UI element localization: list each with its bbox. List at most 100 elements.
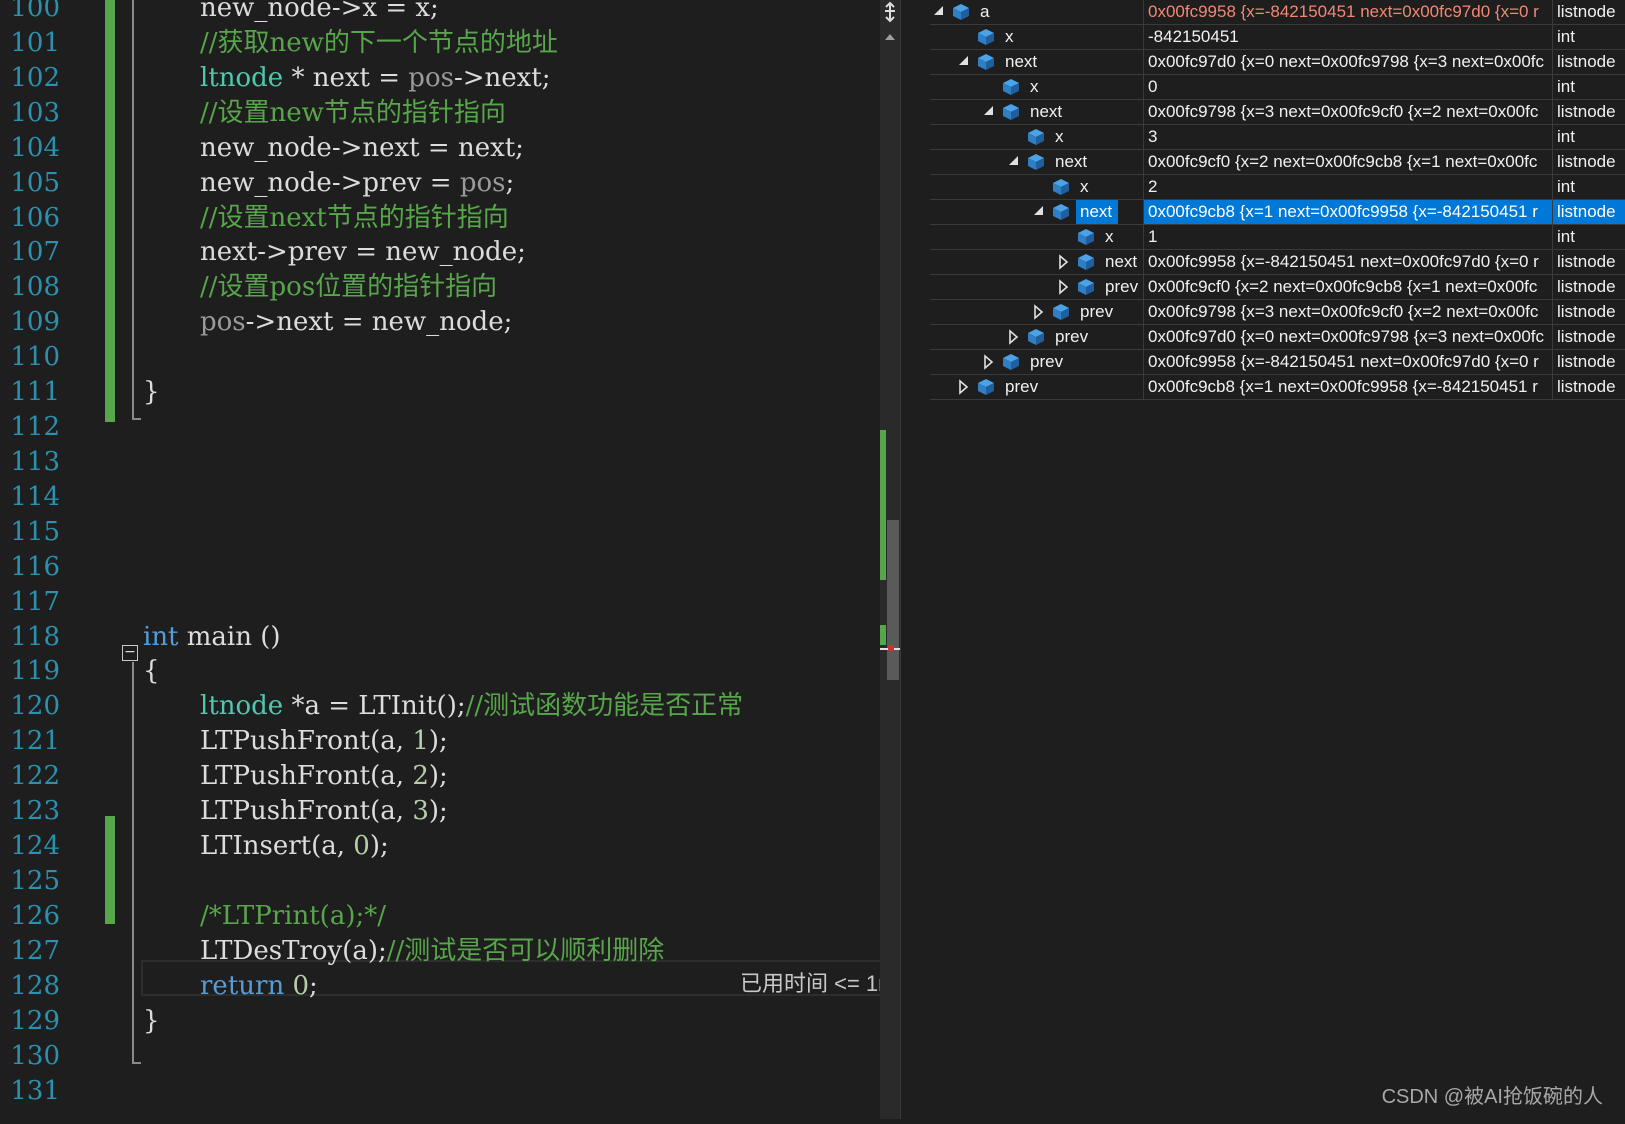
watch-row[interactable]: x 0 int	[930, 75, 1625, 100]
watch-name-cell: x	[930, 125, 1143, 149]
code-token: );	[428, 761, 448, 792]
line-number: 104	[10, 132, 60, 163]
expanded-arrow-icon[interactable]	[932, 0, 946, 24]
scrollbar-map	[880, 1, 900, 680]
editor-vertical-scrollbar[interactable]	[880, 0, 900, 1119]
code-token: LTPushFront(a,	[200, 796, 413, 827]
collapsed-arrow-icon[interactable]	[1032, 300, 1046, 324]
watch-variable-name: next	[1005, 52, 1038, 71]
watch-name-cell: next	[930, 150, 1143, 174]
expanded-arrow-icon[interactable]	[1032, 200, 1046, 224]
code-token: main ()	[178, 621, 281, 652]
watch-row[interactable]: prev 0x00fc9958 {x=-842150451 next=0x00fc…	[930, 350, 1625, 375]
watch-variable-name: prev	[1030, 352, 1064, 371]
code-token: 0	[353, 831, 370, 862]
code-line: LTPushFront(a, 1);	[200, 723, 448, 759]
code-line: LTPushFront(a, 3);	[200, 793, 448, 829]
object-icon	[1077, 278, 1095, 296]
watch-value-cell[interactable]: 0x00fc9958 {x=-842150451 next=0x00fc97d0…	[1143, 250, 1552, 274]
watch-value-cell[interactable]: 0x00fc97d0 {x=0 next=0x00fc9798 {x=3 nex…	[1143, 50, 1552, 74]
watch-variable-name: a	[980, 2, 990, 21]
code-token: //测试是否可以顺利删除	[386, 935, 665, 966]
watch-value-cell[interactable]: 0	[1143, 75, 1552, 99]
watch-row[interactable]: next 0x00fc97d0 {x=0 next=0x00fc9798 {x=3…	[930, 50, 1625, 75]
collapsed-arrow-icon[interactable]	[1057, 275, 1071, 299]
watch-value-cell[interactable]: 0x00fc9798 {x=3 next=0x00fc9cf0 {x=2 nex…	[1143, 100, 1552, 124]
watch-row[interactable]: next 0x00fc9958 {x=-842150451 next=0x00fc…	[930, 250, 1625, 275]
watch-value-cell[interactable]: 0x00fc9958 {x=-842150451 next=0x00fc97d0…	[1143, 350, 1552, 374]
watch-row[interactable]: prev 0x00fc97d0 {x=0 next=0x00fc9798 {x=3…	[930, 325, 1625, 350]
expanded-arrow-icon[interactable]	[957, 50, 971, 74]
watch-value-cell[interactable]: 0x00fc9958 {x=-842150451 next=0x00fc97d0…	[1143, 0, 1552, 24]
object-icon	[952, 3, 970, 21]
perf-tip[interactable]: 已用时间 <= 1r	[740, 966, 885, 998]
code-line: //设置new节点的指针指向	[200, 95, 506, 131]
watch-row[interactable]: next 0x00fc9cb8 {x=1 next=0x00fc9958 {x=-…	[930, 200, 1625, 225]
watch-row[interactable]: a 0x00fc9958 {x=-842150451 next=0x00fc97d…	[930, 0, 1625, 25]
watch-variable-name: x	[1055, 127, 1064, 146]
collapsed-arrow-icon[interactable]	[957, 375, 971, 399]
watch-value-cell[interactable]: 0x00fc9cb8 {x=1 next=0x00fc9958 {x=-8421…	[1143, 375, 1552, 399]
watch-row[interactable]: x 3 int	[930, 125, 1625, 150]
watch-window[interactable]: a 0x00fc9958 {x=-842150451 next=0x00fc97d…	[930, 0, 1625, 1119]
line-number: 102	[10, 62, 60, 93]
watch-name-cell: x	[930, 75, 1143, 99]
watch-type-cell: listnode	[1552, 375, 1625, 399]
watch-row[interactable]: x 1 int	[930, 225, 1625, 250]
object-icon	[1002, 103, 1020, 121]
code-token: 2	[412, 761, 429, 792]
watch-row[interactable]: prev 0x00fc9cf0 {x=2 next=0x00fc9cb8 {x=1…	[930, 275, 1625, 300]
code-token: LTInsert(a,	[200, 831, 354, 862]
watch-value-cell[interactable]: 1	[1143, 225, 1552, 249]
object-icon	[977, 378, 995, 396]
line-number: 119	[10, 656, 60, 687]
code-token: //获取new的下一个节点的地址	[200, 27, 558, 58]
code-editor[interactable]: 100 101 102 103 104 105 106 107 108 109 110 111 112 1…	[0, 0, 886, 1119]
code-line: LTPushFront(a, 2);	[200, 758, 448, 794]
code-line: new_node->prev = pos;	[200, 165, 514, 201]
line-number: 124	[10, 831, 60, 862]
pane-splitter[interactable]	[900, 0, 917, 1119]
watch-value-cell[interactable]: 0x00fc9798 {x=3 next=0x00fc9cf0 {x=2 nex…	[1143, 300, 1552, 324]
watch-row[interactable]: prev 0x00fc9cb8 {x=1 next=0x00fc9958 {x=-…	[930, 375, 1625, 400]
code-token: );	[369, 831, 389, 862]
collapse-icon[interactable]: −	[122, 645, 138, 661]
watch-value-cell[interactable]: -842150451	[1143, 25, 1552, 49]
line-number: 103	[10, 97, 60, 128]
watch-row[interactable]: prev 0x00fc9798 {x=3 next=0x00fc9cf0 {x=2…	[930, 300, 1625, 325]
watch-type-cell: listnode	[1552, 0, 1625, 24]
code-token: ;	[309, 970, 318, 1001]
watch-value-cell[interactable]: 0x00fc9cf0 {x=2 next=0x00fc9cb8 {x=1 nex…	[1143, 275, 1552, 299]
watch-value-cell[interactable]: 0x00fc9cb8 {x=1 next=0x00fc9958 {x=-8421…	[1143, 200, 1552, 224]
object-icon	[1077, 253, 1095, 271]
change-margin-bar	[105, 0, 115, 422]
collapsed-arrow-icon[interactable]	[1057, 250, 1071, 274]
collapsed-arrow-icon[interactable]	[982, 350, 996, 374]
watch-type-cell: listnode	[1552, 250, 1625, 274]
watch-row[interactable]: x 2 int	[930, 175, 1625, 200]
watch-value-cell[interactable]: 0x00fc97d0 {x=0 next=0x00fc9798 {x=3 nex…	[1143, 325, 1552, 349]
code-token: ltnode	[200, 62, 284, 93]
code-token: new_node->x = x;	[200, 0, 439, 23]
watch-value-cell[interactable]: 2	[1143, 175, 1552, 199]
collapsed-arrow-icon[interactable]	[1007, 325, 1021, 349]
line-number: 120	[10, 691, 60, 722]
watch-value-cell[interactable]: 3	[1143, 125, 1552, 149]
watch-type-cell: listnode	[1552, 100, 1625, 124]
fold-guide-end	[132, 1062, 141, 1064]
code-token: }	[143, 377, 160, 408]
code-line: next->prev = new_node;	[200, 234, 526, 270]
fold-guide	[132, 0, 134, 420]
expanded-arrow-icon[interactable]	[1007, 150, 1021, 174]
expanded-arrow-icon[interactable]	[982, 100, 996, 124]
code-token: );	[428, 796, 448, 827]
code-token: LTPushFront(a,	[200, 726, 413, 757]
code-line: }	[143, 1003, 160, 1039]
watch-variable-name: next	[1030, 102, 1063, 121]
watch-row[interactable]: x -842150451 int	[930, 25, 1625, 50]
code-token: 1	[412, 726, 429, 757]
watch-row[interactable]: next 0x00fc9798 {x=3 next=0x00fc9cf0 {x=2…	[930, 100, 1625, 125]
watch-name-cell: next	[930, 200, 1143, 224]
watch-row[interactable]: next 0x00fc9cf0 {x=2 next=0x00fc9cb8 {x=1…	[930, 150, 1625, 175]
watch-value-cell[interactable]: 0x00fc9cf0 {x=2 next=0x00fc9cb8 {x=1 nex…	[1143, 150, 1552, 174]
